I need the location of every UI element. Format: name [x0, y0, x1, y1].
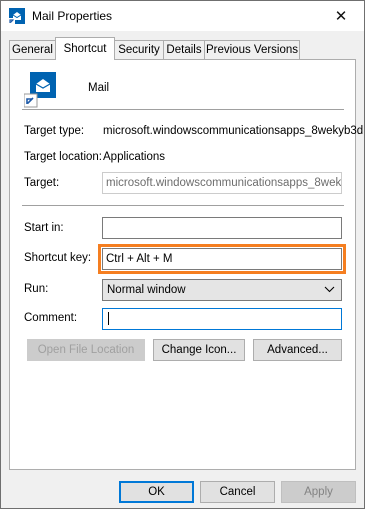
close-icon: ✕	[334, 8, 348, 25]
title-bar[interactable]: Mail Properties ✕	[1, 1, 364, 31]
tab-previous-versions[interactable]: Previous Versions	[204, 40, 300, 59]
text-caret	[108, 312, 109, 326]
run-label: Run:	[24, 283, 49, 295]
divider	[22, 205, 344, 206]
target-type-value: microsoft.windowscommunicationsapps_8wek…	[103, 125, 364, 137]
window-title: Mail Properties	[32, 9, 113, 23]
tab-shortcut[interactable]: Shortcut	[55, 37, 115, 60]
shortcut-panel: Mail Target type: microsoft.windowscommu…	[9, 59, 363, 470]
target-label: Target:	[24, 177, 60, 189]
run-select[interactable]: Normal window	[102, 279, 342, 301]
chevron-down-icon	[324, 282, 335, 303]
tab-details[interactable]: Details	[163, 40, 205, 59]
change-icon-button[interactable]: Change Icon...	[153, 339, 245, 361]
shortcut-file-icon	[9, 8, 25, 24]
target-field[interactable]: microsoft.windowscommunicationsapps_8wek…	[102, 172, 342, 194]
comment-label: Comment:	[24, 312, 78, 324]
target-type-label: Target type:	[24, 125, 85, 137]
start-in-field[interactable]	[102, 217, 342, 239]
open-file-location-button[interactable]: Open File Location	[27, 339, 145, 361]
start-in-label: Start in:	[24, 222, 64, 234]
mail-app-icon	[23, 72, 56, 108]
comment-field[interactable]	[102, 308, 342, 330]
shortcut-key-field[interactable]: Ctrl + Alt + M	[98, 244, 346, 274]
target-location-value: Applications	[103, 151, 166, 163]
cancel-button[interactable]: Cancel	[200, 481, 275, 503]
apply-button[interactable]: Apply	[281, 481, 356, 503]
advanced-button[interactable]: Advanced...	[253, 339, 342, 361]
tab-general[interactable]: General	[9, 40, 56, 59]
target-location-label: Target location:	[24, 151, 102, 163]
shortcut-key-label: Shortcut key:	[24, 252, 92, 264]
divider	[22, 109, 344, 110]
close-button[interactable]: ✕	[318, 1, 364, 31]
tab-security[interactable]: Security	[114, 40, 164, 59]
ok-button[interactable]: OK	[119, 481, 194, 503]
app-name: Mail	[88, 82, 110, 94]
run-selected-value: Normal window	[107, 284, 186, 296]
properties-window: Mail Properties ✕ General Shortcut Secur…	[0, 0, 365, 509]
